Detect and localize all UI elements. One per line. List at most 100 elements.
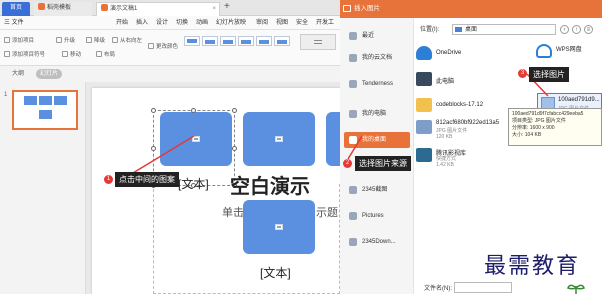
- tooltip-line: 项目类型: JPG 图片文件: [512, 118, 566, 124]
- folder-icon: [349, 212, 357, 220]
- tab-home[interactable]: 首页: [2, 2, 30, 16]
- text-placeholder-2[interactable]: [文本]: [260, 264, 291, 281]
- menu-insert[interactable]: 插入: [136, 18, 148, 28]
- picture-placeholder-icon[interactable]: [275, 224, 283, 230]
- cloud-icon: [349, 54, 357, 62]
- dialog-title: 插入图片: [354, 5, 380, 12]
- file-item-shortcut[interactable]: 腾讯影视库 快捷方式 1.42 KB: [416, 146, 506, 172]
- user-icon: [349, 80, 357, 88]
- slide-thumbnail-pane: 1: [0, 82, 86, 294]
- image-file-icon: [416, 120, 432, 134]
- tab-templates[interactable]: 稻壳模板: [34, 2, 92, 16]
- file-meta: 快捷方式 1.42 KB: [436, 156, 457, 168]
- step-badge-3: 3: [518, 69, 527, 78]
- up-folder-icon[interactable]: ↑: [572, 25, 581, 34]
- add-bullet-button[interactable]: 添加项目符号: [4, 50, 45, 60]
- folder-icon: [349, 186, 357, 194]
- picture-icon: [343, 5, 351, 12]
- sidebar-label: 2345截图: [362, 187, 388, 193]
- menu-transition[interactable]: 切换: [176, 18, 188, 28]
- folder-icon: [416, 98, 432, 112]
- step-badge-1: 1: [104, 175, 113, 184]
- close-tab-icon[interactable]: ×: [212, 3, 216, 16]
- sidebar-item-downloads[interactable]: 2345Down...: [344, 234, 410, 250]
- menu-file[interactable]: 三 文件: [4, 18, 24, 28]
- demote-button[interactable]: 降级: [86, 36, 105, 46]
- resize-handle[interactable]: [232, 108, 237, 113]
- move-button[interactable]: 移动: [62, 50, 81, 60]
- change-color-button[interactable]: 更改颜色: [148, 42, 178, 52]
- sidebar-item-recent[interactable]: 最近: [344, 28, 410, 44]
- demote-icon: [86, 37, 92, 43]
- back-icon[interactable]: ‹: [560, 25, 569, 34]
- resize-handle[interactable]: [151, 146, 156, 151]
- smartart-shape-middle[interactable]: [243, 112, 315, 166]
- sidebar-item-desktop[interactable]: 我的桌面: [344, 132, 410, 148]
- picture-placeholder-icon[interactable]: [275, 136, 283, 142]
- sidebar-item-screenshots[interactable]: 2345截图: [344, 182, 410, 198]
- menu-design[interactable]: 设计: [156, 18, 168, 28]
- file-name: 100aed791d9...: [558, 97, 600, 103]
- menu-developer[interactable]: 开发工: [316, 18, 334, 28]
- sidebar-item-pictures[interactable]: Pictures: [344, 208, 410, 224]
- resize-handle[interactable]: [232, 146, 237, 151]
- tab-slides[interactable]: 幻灯片: [36, 69, 63, 79]
- layout-style-4[interactable]: [238, 36, 254, 46]
- sidebar-item-my-computer[interactable]: 我的电脑: [344, 106, 410, 122]
- dialog-title-bar: 插入图片: [340, 0, 602, 18]
- menu-view[interactable]: 视图: [276, 18, 288, 28]
- layout-icon: [96, 51, 102, 57]
- menu-animation[interactable]: 动画: [196, 18, 208, 28]
- tab-presentation[interactable]: 演示文稿1 ×: [96, 2, 220, 16]
- sidebar-label: 我的电脑: [362, 111, 387, 117]
- file-item-jpg[interactable]: 812acf680bf922ed13a5 JPG 图片文件 120 KB: [416, 118, 506, 144]
- promote-label: 升级: [64, 38, 76, 44]
- wps-cloud-icon: [536, 44, 552, 58]
- slide-thumbnail[interactable]: [12, 90, 78, 130]
- view-mode-icon[interactable]: ≡: [584, 25, 593, 34]
- presentation-icon: [101, 4, 108, 11]
- layout-more-button[interactable]: [300, 34, 336, 50]
- new-tab-icon[interactable]: +: [224, 1, 230, 12]
- add-item-button[interactable]: 添加项目: [4, 36, 34, 46]
- clock-icon: [349, 32, 357, 40]
- location-label: 位置(I):: [420, 27, 440, 33]
- file-item-this-pc[interactable]: 此电脑: [416, 70, 506, 96]
- add-item-label: 添加项目: [12, 38, 35, 44]
- watermark: 最需教育: [484, 254, 581, 279]
- layout-style-5[interactable]: [256, 36, 272, 46]
- file-item-wps-cloud[interactable]: WPS网盘: [536, 42, 602, 68]
- resize-handle[interactable]: [191, 108, 196, 113]
- annotation-label-3: 选择图片: [529, 67, 569, 82]
- menu-bar: 三 文件 开始 插入 设计 切换 动画 幻灯片放映 审阅 视图 安全 开发工: [0, 16, 340, 30]
- menu-review[interactable]: 审阅: [256, 18, 268, 28]
- smartart-shape-bottom[interactable]: [243, 200, 315, 254]
- slide-title[interactable]: 空白演示: [230, 170, 310, 199]
- file-item-onedrive[interactable]: OneDrive: [416, 44, 506, 70]
- menu-start[interactable]: 开始: [116, 18, 128, 28]
- annotation-label-2: 选择图片来源: [355, 156, 411, 171]
- smartart-shape-right[interactable]: [326, 112, 340, 166]
- resize-handle[interactable]: [151, 108, 156, 113]
- layout-style-6[interactable]: [274, 36, 290, 46]
- sidebar-item-user[interactable]: Tenderness: [344, 76, 410, 92]
- layout-style-3[interactable]: [220, 36, 236, 46]
- menu-security[interactable]: 安全: [296, 18, 308, 28]
- layout-style-2[interactable]: [202, 36, 218, 46]
- menu-slideshow[interactable]: 幻灯片放映: [216, 18, 246, 28]
- right-to-left-button[interactable]: 从右向左: [112, 36, 142, 46]
- layout-label: 布局: [104, 52, 116, 58]
- tab-bar: 首页 稻壳模板 演示文稿1 × +: [0, 0, 340, 16]
- tab-outline[interactable]: 大纲: [8, 69, 28, 79]
- subtitle-right: 示题: [316, 207, 338, 219]
- location-select[interactable]: 桌面: [452, 24, 556, 35]
- text-placeholder-1[interactable]: [文本]: [178, 175, 209, 192]
- promote-button[interactable]: 升级: [56, 36, 75, 46]
- promote-icon: [56, 37, 62, 43]
- sidebar-item-cloud-docs[interactable]: 我的云文档: [344, 50, 410, 66]
- layout-style-1[interactable]: [184, 36, 200, 46]
- file-meta: JPG 图片文件 120 KB: [436, 128, 468, 140]
- filename-input[interactable]: [454, 282, 512, 293]
- sidebar-label: 我的云文档: [362, 55, 393, 61]
- layout-button[interactable]: 布局: [96, 50, 115, 60]
